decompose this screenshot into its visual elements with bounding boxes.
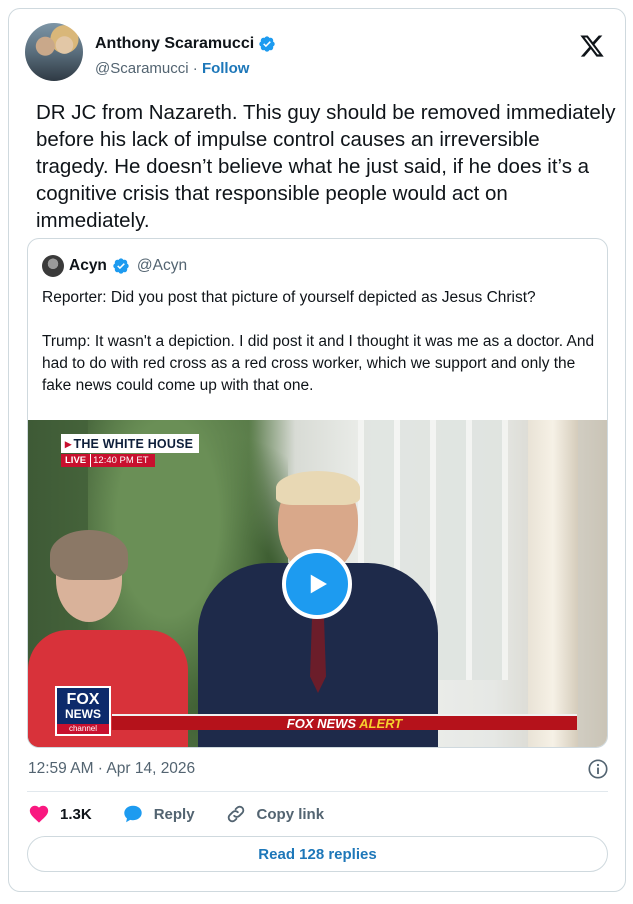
fox-news-alert-bar: FOX NEWS ALERT	[112, 714, 577, 731]
alert-word: ALERT	[359, 715, 403, 731]
quoted-paragraph-2: Trump: It wasn't a depiction. I did post…	[42, 333, 595, 394]
info-icon[interactable]	[587, 758, 609, 780]
reply-label: Reply	[153, 805, 195, 823]
quoted-author-handle: @Acyn	[136, 257, 188, 274]
author-avatar[interactable]	[25, 23, 83, 81]
video-column-background	[528, 420, 578, 747]
copy-link-label: Copy link	[256, 805, 325, 823]
reply-button[interactable]: Reply	[122, 803, 195, 825]
play-icon	[310, 574, 327, 594]
alert-prefix: FOX NEWS	[286, 715, 357, 731]
fox-logo-fox: FOX	[66, 691, 100, 708]
quoted-author-name: Acyn	[69, 257, 107, 274]
play-button[interactable]	[282, 549, 352, 619]
verified-badge-icon	[259, 36, 275, 52]
quoted-author-avatar	[42, 255, 64, 277]
chyron-label: THE WHITE HOUSE	[61, 434, 200, 453]
video-player[interactable]: THE WHITE HOUSE LIVE 12:40 PM ET FOX NEW…	[28, 420, 607, 747]
author-name-row: Anthony Scaramucci	[95, 35, 276, 53]
author-name[interactable]: Anthony Scaramucci	[95, 35, 254, 53]
chyron-live-label: LIVE	[61, 454, 91, 467]
read-replies-button[interactable]: Read 128 replies	[27, 836, 608, 872]
like-button[interactable]: 1.3K	[28, 803, 92, 825]
chyron-live: LIVE 12:40 PM ET	[61, 454, 199, 467]
x-logo-icon[interactable]	[579, 33, 605, 59]
follow-button[interactable]: Follow	[202, 60, 250, 77]
like-count: 1.3K	[60, 805, 92, 823]
quoted-tweet[interactable]: Acyn @Acyn Reporter: Did you post that p…	[27, 238, 608, 748]
quoted-tweet-header: Acyn @Acyn	[42, 255, 187, 277]
tweet-header: Anthony Scaramucci @Scaramucci · Follow	[25, 23, 609, 83]
chyron-time: 12:40 PM ET	[90, 454, 155, 467]
quoted-paragraph-1: Reporter: Did you post that picture of y…	[42, 289, 536, 306]
video-chyron: THE WHITE HOUSE LIVE 12:40 PM ET	[61, 434, 200, 467]
fox-logo-news: NEWS	[65, 707, 101, 721]
actions-divider	[27, 791, 608, 792]
reply-bubble-icon	[123, 805, 142, 823]
handle-separator: ·	[192, 60, 198, 77]
fox-logo-channel: channel	[57, 724, 109, 734]
tweet-actions: 1.3K Reply Copy link	[28, 801, 354, 827]
fox-news-logo: FOX NEWS channel	[55, 686, 111, 736]
quoted-verified-badge-icon	[113, 258, 129, 274]
tweet-timestamp[interactable]: 12:59 AM · Apr 14, 2026	[28, 760, 195, 778]
author-handle-row: @Scaramucci · Follow	[95, 60, 249, 77]
author-handle[interactable]: @Scaramucci	[95, 60, 189, 77]
heart-icon	[29, 805, 49, 823]
quoted-tweet-text: Reporter: Did you post that picture of y…	[42, 287, 597, 419]
tweet-text: DR JC from Nazareth. This guy should be …	[36, 101, 616, 232]
copy-link-button[interactable]: Copy link	[225, 803, 325, 825]
link-icon	[227, 805, 244, 823]
